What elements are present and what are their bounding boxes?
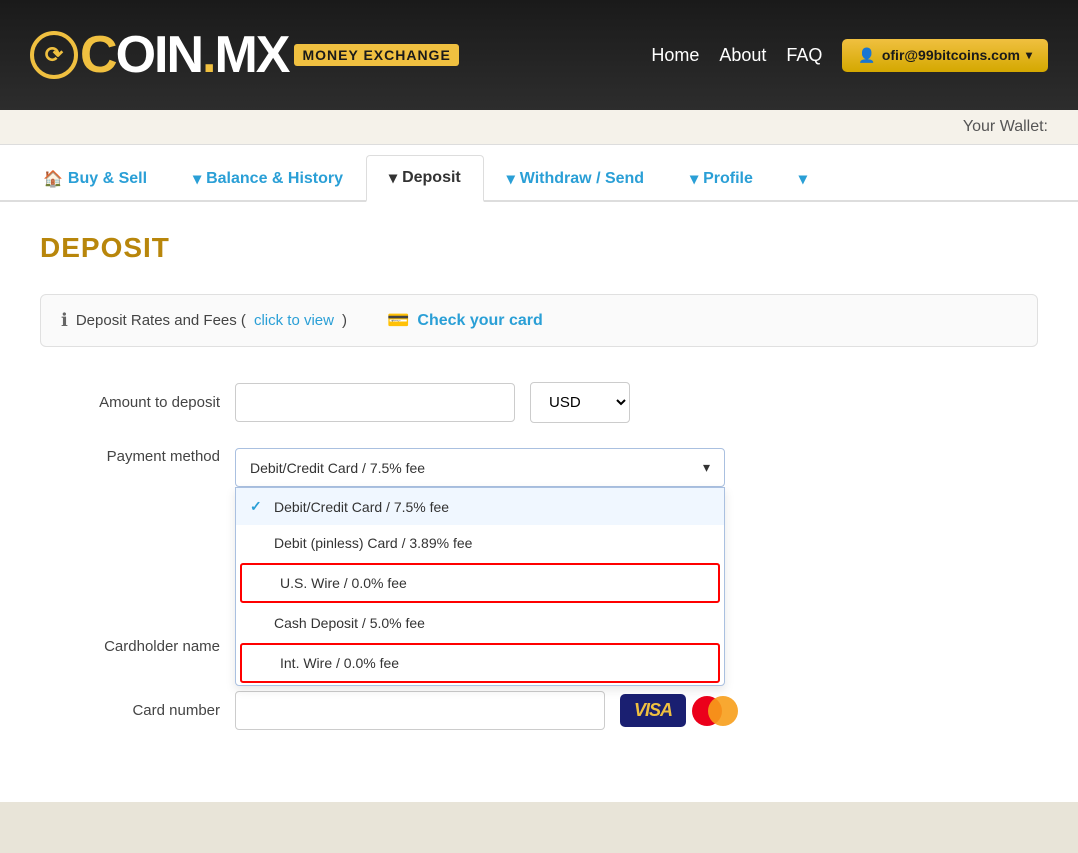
home-icon: 🏠	[43, 169, 63, 189]
card-logos: VISA	[620, 692, 747, 730]
visa-logo: VISA	[620, 694, 686, 727]
rates-suffix: )	[342, 312, 347, 329]
mc-orange-circle	[708, 696, 738, 726]
nav-home[interactable]: Home	[651, 45, 699, 66]
card-number-input[interactable]	[235, 691, 605, 730]
logo: ⟳ COIN.MX MONEY EXCHANGE	[30, 29, 459, 81]
chevron-down-icon: ▾	[193, 169, 201, 189]
payment-option-label: Debit (pinless) Card / 3.89% fee	[274, 535, 472, 551]
chevron-down-icon: ▾	[690, 169, 698, 189]
card-number-form-group: Card number VISA	[40, 691, 1038, 730]
amount-form-group: Amount to deposit USD EUR GBP BTC	[40, 382, 1038, 423]
payment-option-debit-pinless[interactable]: Debit (pinless) Card / 3.89% fee	[236, 525, 724, 561]
nav-about[interactable]: About	[719, 45, 766, 66]
tab-profile[interactable]: ▾ Profile	[667, 156, 776, 202]
tab-buy-sell[interactable]: 🏠 Buy & Sell	[20, 156, 170, 202]
wallet-bar: Your Wallet:	[0, 110, 1078, 145]
payment-form-group: Payment method Debit/Credit Card / 7.5% …	[40, 448, 1038, 487]
payment-dropdown-wrapper: Debit/Credit Card / 7.5% fee ▾ ✓ Debit/C…	[235, 448, 725, 487]
chevron-down-icon: ▾	[799, 169, 807, 189]
header: ⟳ COIN.MX MONEY EXCHANGE Home About FAQ …	[0, 0, 1078, 110]
payment-label: Payment method	[40, 448, 220, 465]
tab-withdraw-send[interactable]: ▾ Withdraw / Send	[484, 156, 667, 202]
amount-label: Amount to deposit	[40, 394, 220, 411]
page-body: DEPOSIT ℹ Deposit Rates and Fees ( click…	[0, 202, 1078, 802]
nav-faq[interactable]: FAQ	[786, 45, 822, 66]
cardholder-label: Cardholder name	[40, 638, 220, 655]
payment-option-label: Cash Deposit / 5.0% fee	[274, 615, 425, 631]
coin-logo-icon: ⟳	[30, 31, 78, 79]
page-title: DEPOSIT	[40, 232, 1038, 264]
info-icon: ℹ	[61, 310, 68, 331]
payment-option-int-wire[interactable]: Int. Wire / 0.0% fee	[240, 643, 720, 683]
card-number-label: Card number	[40, 702, 220, 719]
user-email: ofir@99bitcoins.com	[882, 47, 1020, 63]
coin-letter: ⟳	[45, 42, 63, 68]
check-card-info: 💳 Check your card	[387, 310, 543, 331]
tab-deposit[interactable]: ▾ Deposit	[366, 155, 484, 202]
chevron-down-icon: ▾	[389, 168, 397, 188]
payment-option-label: Int. Wire / 0.0% fee	[280, 655, 399, 671]
check-icon: ✓	[250, 498, 266, 515]
logo-text: COIN.MX	[80, 29, 288, 81]
tab-bar: 🏠 Buy & Sell ▾ Balance & History ▾ Depos…	[0, 145, 1078, 202]
chevron-down-icon: ▾	[703, 459, 710, 476]
tab-more[interactable]: ▾	[776, 156, 830, 202]
main-nav: Home About FAQ 👤 ofir@99bitcoins.com ▾	[651, 39, 1048, 72]
payment-option-label: Debit/Credit Card / 7.5% fee	[274, 499, 449, 515]
payment-option-label: U.S. Wire / 0.0% fee	[280, 575, 407, 591]
payment-option-debit-credit[interactable]: ✓ Debit/Credit Card / 7.5% fee	[236, 488, 724, 525]
amount-input[interactable]	[235, 383, 515, 422]
check-card-link[interactable]: Check your card	[417, 312, 542, 330]
payment-option-cash-deposit[interactable]: Cash Deposit / 5.0% fee	[236, 605, 724, 641]
currency-select[interactable]: USD EUR GBP BTC	[530, 382, 630, 423]
payment-option-us-wire[interactable]: U.S. Wire / 0.0% fee	[240, 563, 720, 603]
main-container: 🏠 Buy & Sell ▾ Balance & History ▾ Depos…	[0, 145, 1078, 802]
credit-card-icon: 💳	[387, 310, 409, 331]
user-icon: 👤	[858, 47, 875, 64]
wallet-label: Your Wallet:	[963, 118, 1048, 135]
mastercard-logo	[692, 692, 747, 730]
payment-selected-label: Debit/Credit Card / 7.5% fee	[250, 460, 425, 476]
card-number-group: VISA	[235, 691, 747, 730]
rates-label: Deposit Rates and Fees (	[76, 312, 246, 329]
chevron-down-icon: ▾	[507, 169, 515, 189]
chevron-down-icon: ▾	[1026, 48, 1032, 62]
user-menu-button[interactable]: 👤 ofir@99bitcoins.com ▾	[842, 39, 1048, 72]
click-to-view-link[interactable]: click to view	[254, 312, 334, 329]
payment-dropdown-menu: ✓ Debit/Credit Card / 7.5% fee Debit (pi…	[235, 487, 725, 686]
payment-method-button[interactable]: Debit/Credit Card / 7.5% fee ▾	[235, 448, 725, 487]
rates-info: ℹ Deposit Rates and Fees ( click to view…	[61, 310, 347, 331]
logo-badge: MONEY EXCHANGE	[294, 44, 458, 67]
tab-balance-history[interactable]: ▾ Balance & History	[170, 156, 366, 202]
info-bar: ℹ Deposit Rates and Fees ( click to view…	[40, 294, 1038, 347]
